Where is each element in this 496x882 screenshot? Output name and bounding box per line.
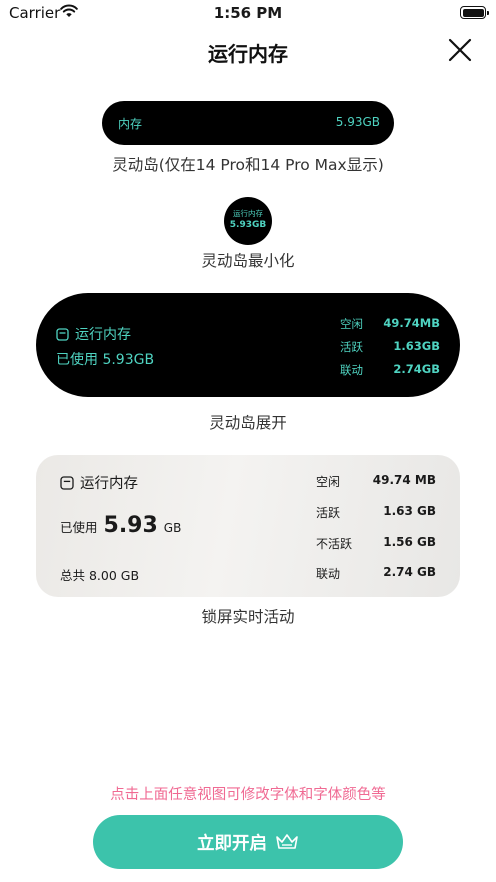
status-bar: Carrier 1:56 PM: [0, 0, 496, 26]
stat-key: 不活跃: [316, 537, 353, 551]
battery-icon: [460, 6, 489, 19]
used-value: 5.93: [103, 513, 158, 538]
lock-title-text: 运行内存: [80, 476, 138, 492]
stat-key: 联动: [316, 567, 341, 581]
expanded-title-text: 运行内存: [75, 327, 131, 343]
dynamic-island-expanded[interactable]: 运行内存 已使用 5.93GB 空闲 49.74MB 活跃 1.63GB 联动 …: [36, 293, 460, 397]
mini-value: 5.93GB: [229, 220, 267, 230]
lock-caption: 锁屏实时活动: [201, 608, 295, 626]
crown-icon: [276, 834, 298, 849]
mini-label: 运行内存: [233, 209, 263, 218]
stat-value: 2.74 GB: [383, 565, 436, 579]
start-button-label: 立即开启: [197, 833, 267, 854]
pill-label: 内存: [118, 117, 143, 131]
stat-value: 49.74 MB: [372, 473, 436, 487]
stat-value: 1.63 GB: [383, 504, 436, 518]
start-button[interactable]: 立即开启: [93, 815, 403, 869]
used-label: 已使用: [60, 520, 98, 535]
stat-key: 空闲: [340, 317, 363, 331]
stat-key: 活跃: [340, 340, 363, 354]
pill-value: 5.93GB: [335, 115, 380, 129]
stat-key: 联动: [340, 363, 363, 377]
dynamic-island-minimized[interactable]: 运行内存 5.93GB: [224, 197, 272, 245]
stat-value: 1.63GB: [393, 339, 440, 353]
lock-screen-card[interactable]: 运行内存 已使用 5.93 GB 总共 8.00 GB 空闲 49.74 MB …: [36, 455, 460, 597]
stat-value: 2.74GB: [393, 362, 440, 376]
customize-hint: 点击上面任意视图可修改字体和字体颜色等: [110, 787, 386, 803]
expanded-title: 运行内存: [56, 324, 131, 344]
mini-caption: 灵动岛最小化: [201, 252, 295, 270]
dynamic-island-pill[interactable]: 内存 5.93GB: [102, 101, 394, 145]
stat-value: 1.56 GB: [383, 535, 436, 549]
lock-used: 已使用 5.93 GB: [60, 513, 181, 538]
used-unit: GB: [163, 521, 182, 535]
close-icon[interactable]: [446, 36, 474, 64]
page-title: 运行内存: [208, 42, 288, 66]
clock: 1:56 PM: [213, 4, 283, 22]
stat-value: 49.74MB: [383, 316, 440, 330]
expanded-caption: 灵动岛展开: [209, 414, 287, 432]
expanded-used: 已使用 5.93GB: [56, 352, 155, 368]
pill-caption: 灵动岛(仅在14 Pro和14 Pro Max显示): [112, 156, 384, 174]
stat-key: 空闲: [316, 475, 341, 489]
memory-icon: [60, 475, 74, 490]
lock-title: 运行内存: [60, 472, 138, 493]
memory-icon: [56, 327, 69, 341]
lock-total: 总共 8.00 GB: [60, 568, 140, 583]
stat-key: 活跃: [316, 506, 341, 520]
